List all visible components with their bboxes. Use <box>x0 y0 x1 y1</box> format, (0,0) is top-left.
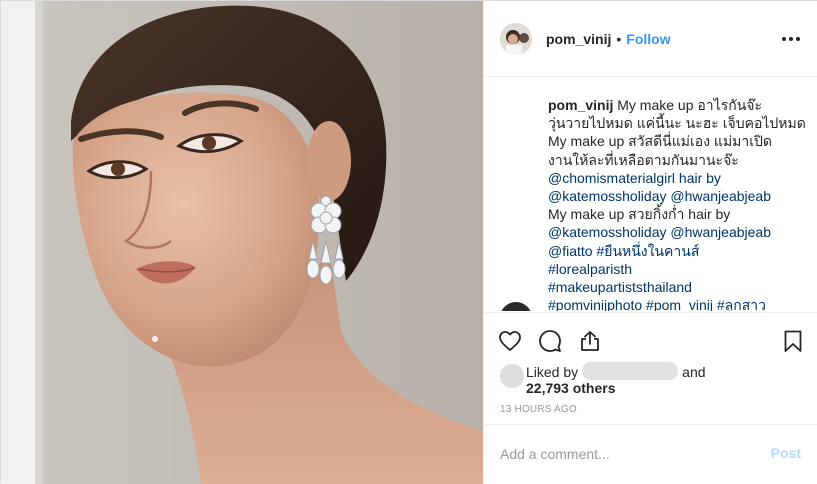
add-comment-bar: Post <box>484 424 817 484</box>
caption-line: วุ่นวายไปหมด แค่นี้นะ นะฮะ เจ็บคอไปหมด <box>548 115 806 132</box>
likes-section: Liked by and 22,793 others <box>500 361 803 397</box>
liker-avatar[interactable] <box>500 364 524 388</box>
action-icons <box>492 323 811 359</box>
follow-button[interactable]: Follow <box>626 31 670 47</box>
post-actions: Liked by and 22,793 others 13 HOURS AGO <box>484 312 817 422</box>
heart-icon[interactable] <box>492 323 528 359</box>
comment-input[interactable] <box>500 443 750 465</box>
commenter-avatar[interactable] <box>500 302 532 311</box>
post-comment-button[interactable]: Post <box>771 445 801 461</box>
post-username[interactable]: pom_vinij <box>546 31 611 47</box>
caption-hashtag-link[interactable]: @fiatto #ยืนหนึ่งในคานส์ <box>548 242 810 260</box>
caption-hashtag-link[interactable]: #makeupartiststhailand <box>548 278 810 296</box>
post-header: pom_vinij • Follow <box>484 1 817 77</box>
caption-line: My make up สวยกิ้งก่ำ hair by <box>548 206 731 223</box>
bookmark-icon[interactable] <box>775 323 811 359</box>
post-timestamp[interactable]: 13 HOURS AGO <box>500 404 577 415</box>
caption: pom_vinij My make up อาไรกันจ๊ะ วุ่นวายไ… <box>548 96 810 311</box>
caption-mention-link[interactable]: @katemossholiday @hwanjeabjeab <box>548 223 810 241</box>
caption-mention-link[interactable]: @katemossholiday @hwanjeabjeab <box>548 187 810 205</box>
post-photo[interactable] <box>1 1 483 484</box>
caption-mention-link[interactable]: @chomismaterialgirl hair by <box>548 169 810 187</box>
and-label: and <box>682 364 706 380</box>
comments-section: pom_vinij My make up อาไรกันจ๊ะ วุ่นวายไ… <box>484 78 817 311</box>
avatar-image <box>500 22 532 55</box>
separator-dot: • <box>616 30 622 47</box>
comment-icon[interactable] <box>532 323 568 359</box>
likes-count-link[interactable]: 22,793 others <box>526 380 616 396</box>
share-icon[interactable] <box>572 323 608 359</box>
profile-avatar[interactable] <box>500 22 532 55</box>
liked-by-label: Liked by <box>526 364 579 380</box>
instagram-post: pom_vinij • Follow pom_vinij My make up … <box>0 0 817 484</box>
caption-line: My make up สวัสดีนี่แม่เอง แม่มาเปิด <box>548 133 773 150</box>
liked-by-text: Liked by and <box>526 362 706 380</box>
portrait-image <box>1 1 483 484</box>
more-options-icon[interactable] <box>779 27 803 51</box>
post-details-panel: pom_vinij • Follow pom_vinij My make up … <box>483 1 817 484</box>
caption-hashtag-link[interactable]: #pomvinijphoto #pom_vinij #ลูกสาว <box>548 296 810 311</box>
blurred-liker-name <box>582 362 679 380</box>
caption-line: งานให้ละที่เหลือตามกันมานะจ๊ะ <box>548 151 739 168</box>
caption-line: My make up อาไรกันจ๊ะ <box>617 97 762 113</box>
caption-username[interactable]: pom_vinij <box>548 97 613 113</box>
caption-hashtag-link[interactable]: #lorealparisth <box>548 260 810 278</box>
